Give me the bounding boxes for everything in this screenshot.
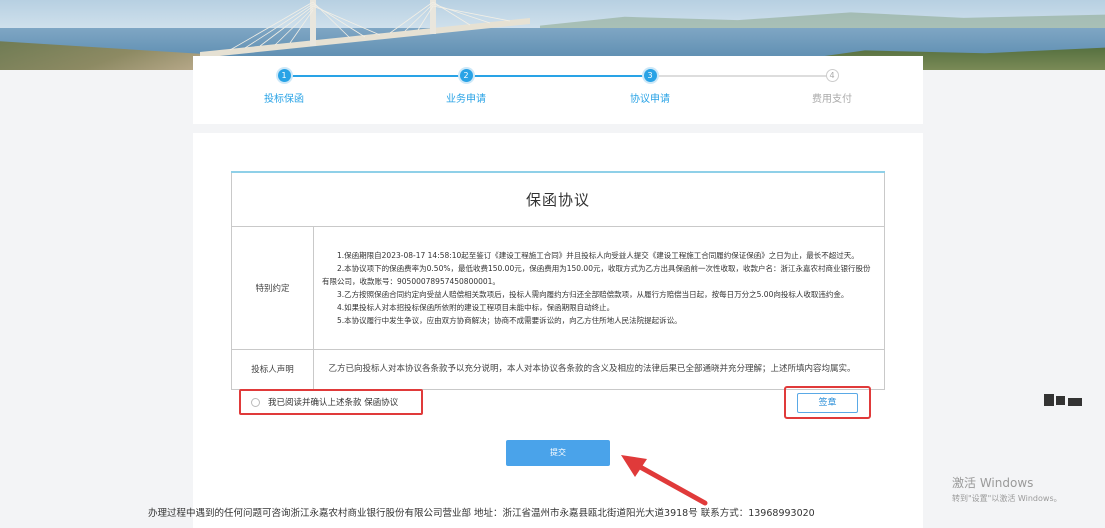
step-3: 3 协议申请 (590, 69, 710, 105)
special-terms-content: 1.保函期限自2023-08-17 14:58:10起至鉴订《建设工程施工合同》… (313, 225, 885, 350)
step-2-number: 2 (459, 69, 473, 82)
step-4: 4 费用支付 (772, 69, 892, 105)
declaration-text: 乙方已向投标人对本协议各条款予以充分说明，本人对本协议各条款的含义及相应的法律后… (313, 348, 885, 390)
term-item: 4.如果投标人对本招投标保函所依附的建设工程项目未能中标，保函期限自动终止。 (337, 302, 615, 312)
agreement-table: 保函协议 特别约定 1.保函期限自2023-08-17 14:58:10起至鉴订… (231, 173, 885, 390)
step-1: 1 投标保函 (224, 69, 344, 105)
floating-scroll-indicator[interactable] (1044, 394, 1082, 406)
progress-steps: 1 投标保函 2 业务申请 3 协议申请 4 费用支付 (193, 56, 923, 124)
term-item: 1.保函期限自2023-08-17 14:58:10起至鉴订《建设工程施工合同》… (337, 250, 859, 260)
term-item: 3.乙方按照保函合同约定向受益人赔偿相关款项后，投标人需向履约方归还全部赔偿款项… (337, 289, 849, 299)
step-2: 2 业务申请 (406, 69, 526, 105)
step-3-label: 协议申请 (630, 94, 670, 105)
watermark-line2: 转到"设置"以激活 Windows。 (952, 494, 1062, 503)
footer-contact-text: 办理过程中遇到的任何问题可咨询浙江永嘉农村商业银行股份有限公司营业部 地址：浙江… (148, 508, 815, 519)
declaration-label: 投标人声明 (231, 348, 314, 390)
term-item: 5.本协议履行中发生争议，应由双方协商解决；协商不成需要诉讼的，向乙方住所地人民… (337, 315, 682, 325)
special-terms-label: 特别约定 (231, 225, 314, 350)
submit-button[interactable]: 提交 (506, 440, 610, 466)
radio-icon[interactable] (251, 397, 260, 407)
agree-terms-checkbox[interactable]: 我已阅读并确认上述条款 保函协议 (239, 389, 423, 415)
agreement-title: 保函协议 (231, 173, 885, 227)
agree-terms-label: 我已阅读并确认上述条款 保函协议 (268, 398, 399, 408)
red-arrow-icon (621, 455, 708, 506)
sign-button[interactable]: 签章 (797, 393, 858, 413)
step-4-label: 费用支付 (812, 94, 852, 105)
step-3-number: 3 (643, 69, 657, 82)
agreement-panel: 保函协议 特别约定 1.保函期限自2023-08-17 14:58:10起至鉴订… (148, 133, 923, 528)
windows-activation-watermark: 激活 Windows 转到"设置"以激活 Windows。 (952, 474, 1062, 504)
watermark-line1: 激活 Windows (952, 476, 1034, 490)
step-4-number: 4 (825, 69, 839, 82)
step-2-label: 业务申请 (446, 94, 486, 105)
step-1-label: 投标保函 (264, 94, 304, 105)
step-1-number: 1 (277, 69, 291, 82)
term-item: 2.本协议项下的保函费率为0.50%，最低收费150.00元，保函费用为150.… (322, 263, 871, 286)
